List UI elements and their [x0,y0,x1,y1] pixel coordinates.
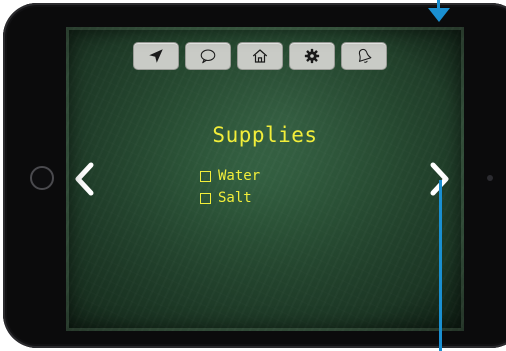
home-button[interactable] [237,42,283,70]
annotation-arrowhead [428,8,450,22]
checklist-item-salt[interactable]: Salt [200,187,260,209]
previous-page-button[interactable] [70,160,98,198]
supplies-checklist: Water Salt [200,165,260,209]
page-title: Supplies [212,123,318,147]
annotation-line [439,180,442,351]
stage: Supplies Water Salt [0,0,506,351]
camera-dot [487,175,493,181]
water-checkbox[interactable] [200,170,211,182]
chat-button[interactable] [185,42,231,70]
home-hardware-button[interactable] [30,166,54,190]
gear-icon [304,48,320,64]
checklist-item-label: Water [218,168,261,184]
checklist-item-water[interactable]: Water [200,165,260,187]
settings-button[interactable] [289,42,335,70]
chevron-left-icon [75,162,94,196]
speech-bubble-icon [200,49,216,64]
home-icon [252,49,268,63]
tablet-frame: Supplies Water Salt [3,3,506,348]
location-button[interactable] [133,42,179,70]
salt-checkbox[interactable] [200,192,211,204]
bell-icon [358,48,372,63]
notifications-button[interactable] [341,42,387,70]
location-arrow-icon [149,49,163,63]
checklist-item-label: Salt [218,190,252,206]
chalkboard-screen: Supplies Water Salt [66,27,464,331]
toolbar [133,42,387,70]
